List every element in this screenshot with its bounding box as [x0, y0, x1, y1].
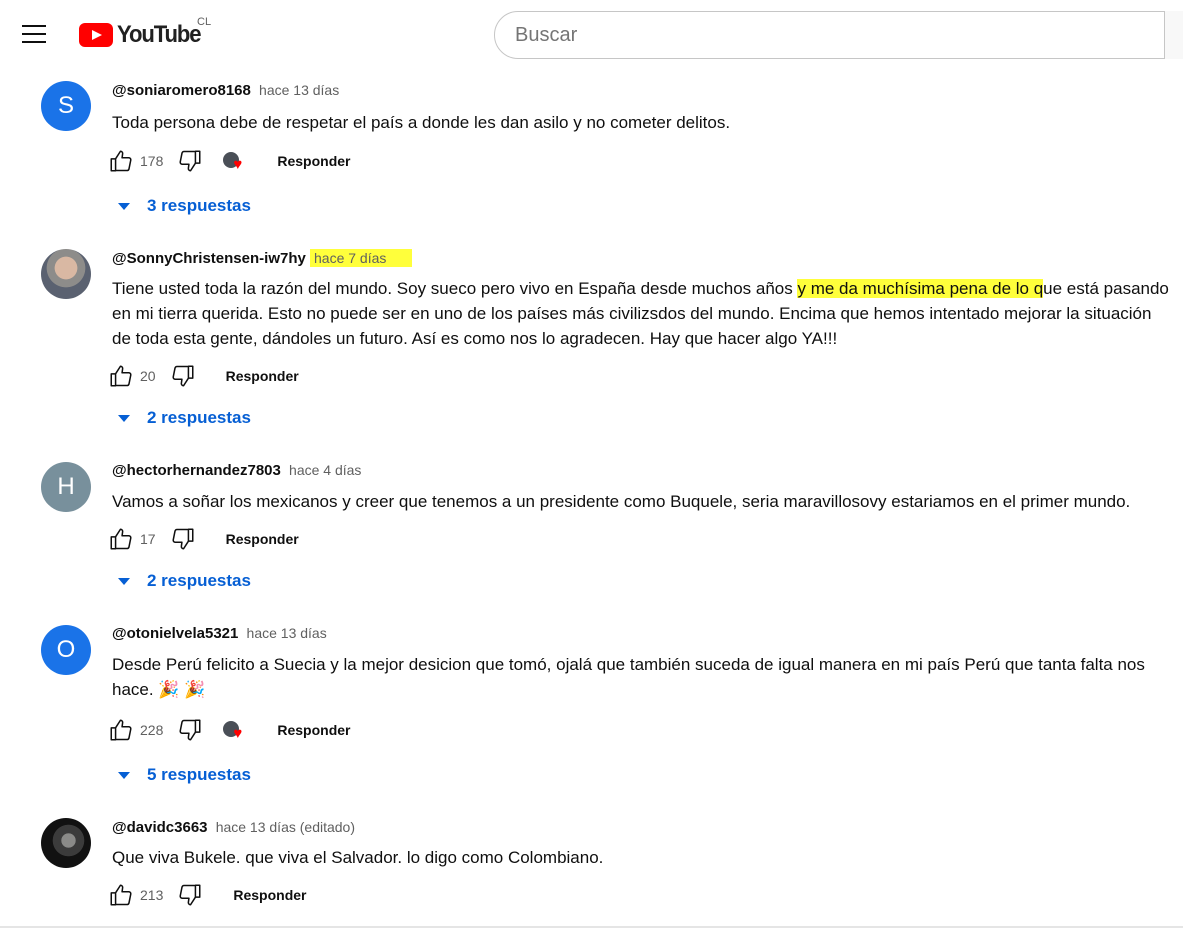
like-count: 228 [140, 722, 164, 738]
avatar[interactable]: S [41, 81, 91, 131]
thumbs-up-icon[interactable] [108, 148, 134, 174]
chevron-down-icon [118, 771, 130, 779]
comment-author[interactable]: @davidc3663 [112, 819, 208, 836]
search-input[interactable] [515, 24, 1115, 47]
thumbs-down-icon[interactable] [177, 717, 203, 743]
comment-text: Vamos a soñar los mexicanos y creer que … [112, 492, 1131, 511]
comment-text-part: Tiene usted toda la razón del mundo. Soy… [112, 279, 798, 298]
thumbs-down-icon[interactable] [177, 882, 203, 908]
comment-actions: 228 ♥ Responder [108, 716, 350, 744]
replies-label: 2 respuestas [147, 408, 251, 427]
country-code: CL [197, 16, 212, 28]
view-replies-button[interactable]: 3 respuestas [118, 196, 251, 216]
search-box [494, 11, 1183, 59]
reply-button[interactable]: Responder [226, 368, 299, 384]
divider [0, 926, 1183, 928]
menu-icon[interactable] [22, 25, 46, 45]
creator-heart-icon: ♥ [221, 717, 249, 743]
comment-actions: 213 Responder [108, 881, 306, 909]
comment-text: Desde Perú felicito a Suecia y la mejor … [112, 655, 1145, 699]
reply-button[interactable]: Responder [226, 531, 299, 547]
replies-label: 2 respuestas [147, 571, 251, 590]
thumbs-up-icon[interactable] [108, 363, 134, 389]
youtube-logo[interactable]: YouTube [79, 21, 208, 49]
comment-time[interactable]: hace 4 días [289, 462, 361, 478]
like-count: 17 [140, 531, 156, 547]
comment-header: @davidc3663 hace 13 días (editado) [112, 819, 355, 836]
comment-text: Tiene usted toda la razón del mundo. Soy… [112, 276, 1172, 351]
comment-author[interactable]: @SonnyChristensen-iw7hy [112, 250, 306, 267]
avatar[interactable] [41, 249, 91, 299]
thumbs-down-icon[interactable] [170, 526, 196, 552]
thumbs-down-icon[interactable] [177, 148, 203, 174]
comment-author[interactable]: @otonielvela5321 [112, 625, 238, 642]
avatar-letter: H [57, 473, 75, 500]
view-replies-button[interactable]: 2 respuestas [118, 408, 251, 428]
like-count: 20 [140, 368, 156, 384]
comment-header: @otonielvela5321 hace 13 días [112, 625, 327, 642]
replies-label: 5 respuestas [147, 765, 251, 784]
reply-button[interactable]: Responder [277, 153, 350, 169]
comment-header: @SonnyChristensen-iw7hy hace 7 días [112, 249, 413, 267]
comment-time[interactable]: hace 13 días (editado) [216, 819, 355, 835]
comment-time[interactable]: hace 13 días [247, 625, 327, 641]
top-bar: YouTube CL [0, 0, 1183, 70]
comment-header: @soniaromero8168 hace 13 días [112, 82, 339, 99]
view-replies-button[interactable]: 2 respuestas [118, 571, 251, 591]
like-count: 178 [140, 153, 164, 169]
play-icon [79, 23, 113, 47]
comment-time[interactable]: hace 7 días [310, 249, 413, 267]
comment-header: @hectorhernandez7803 hace 4 días [112, 462, 361, 479]
comment-time[interactable]: hace 13 días [259, 82, 339, 98]
replies-label: 3 respuestas [147, 196, 251, 215]
avatar[interactable]: O [41, 625, 91, 675]
thumbs-up-icon[interactable] [108, 526, 134, 552]
comment-actions: 178 ♥ Responder [108, 147, 350, 175]
avatar[interactable]: H [41, 462, 91, 512]
search-button[interactable] [1164, 11, 1183, 59]
thumbs-up-icon[interactable] [108, 717, 134, 743]
avatar-letter: S [57, 92, 74, 119]
reply-button[interactable]: Responder [233, 887, 306, 903]
comment-author[interactable]: @soniaromero8168 [112, 82, 251, 99]
like-count: 213 [140, 887, 164, 903]
chevron-down-icon [118, 577, 130, 585]
creator-heart-icon: ♥ [221, 148, 249, 174]
comment-actions: 20 Responder [108, 362, 299, 390]
comment-author[interactable]: @hectorhernandez7803 [112, 462, 281, 479]
comment-actions: 17 Responder [108, 525, 299, 553]
thumbs-down-icon[interactable] [170, 363, 196, 389]
reply-button[interactable]: Responder [277, 722, 350, 738]
highlighted-text: y me da muchísima pena de lo q [797, 279, 1044, 298]
avatar[interactable] [41, 818, 91, 868]
chevron-down-icon [118, 202, 130, 210]
view-replies-button[interactable]: 5 respuestas [118, 765, 251, 785]
comment-text: Que viva Bukele. que viva el Salvador. l… [112, 848, 604, 867]
comment-text: Toda persona debe de respetar el país a … [112, 113, 731, 132]
thumbs-up-icon[interactable] [108, 882, 134, 908]
avatar-letter: O [56, 636, 76, 663]
logo-text: YouTube [117, 21, 202, 48]
chevron-down-icon [118, 414, 130, 422]
